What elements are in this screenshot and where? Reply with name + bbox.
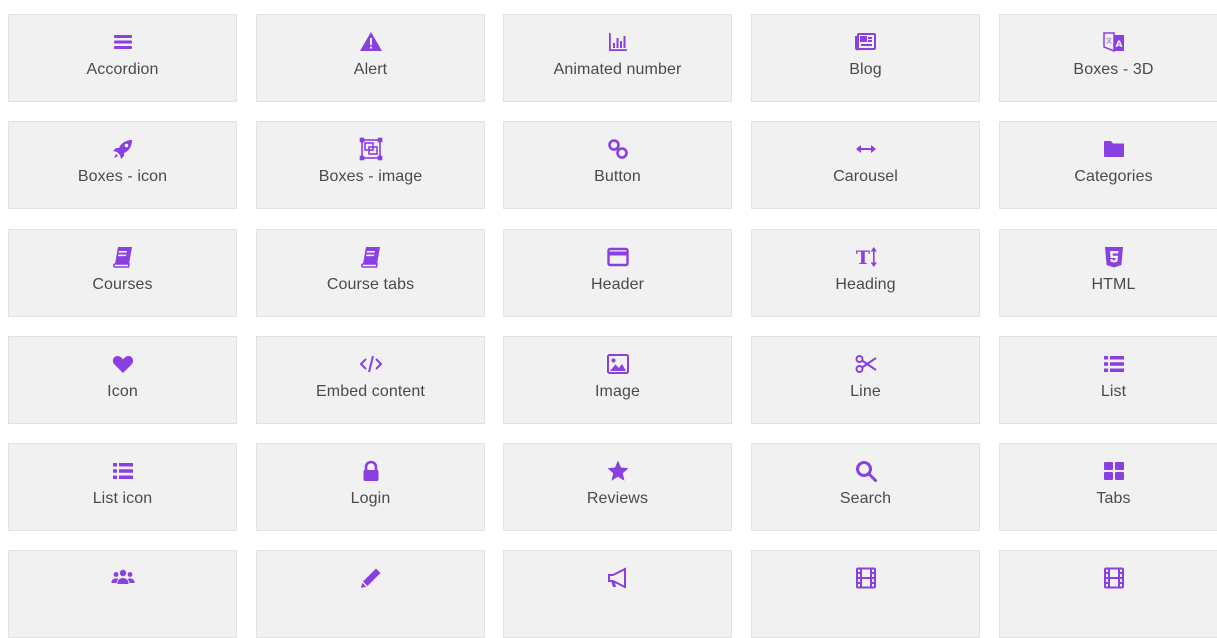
- tile-label: Alert: [353, 61, 388, 78]
- tile-label: Line: [850, 383, 881, 400]
- tile-row6-4[interactable]: [751, 550, 980, 638]
- tile-image[interactable]: Image: [503, 336, 732, 424]
- tile-boxes-3d[interactable]: A 文 Boxes - 3D: [999, 14, 1217, 102]
- pencil-icon: [358, 565, 384, 591]
- image-icon: [605, 351, 631, 377]
- tile-carousel[interactable]: Carousel: [751, 121, 980, 209]
- tile-label: List icon: [92, 490, 153, 507]
- tile-label: Categories: [1074, 168, 1153, 185]
- tile-categories[interactable]: Categories: [999, 121, 1217, 209]
- tile-boxes-image[interactable]: Boxes - image: [256, 121, 485, 209]
- tile-list[interactable]: List: [999, 336, 1217, 424]
- warning-triangle-icon: [358, 29, 384, 55]
- tile-label: Boxes - 3D: [1073, 61, 1154, 78]
- search-icon: [853, 458, 879, 484]
- bars-icon: [110, 29, 136, 55]
- tile-row6-1[interactable]: [8, 550, 237, 638]
- tile-label: Boxes - image: [318, 168, 423, 185]
- link-icon: [605, 136, 631, 162]
- tile-label: Tabs: [1096, 490, 1131, 507]
- tile-label: Blog: [849, 61, 882, 78]
- tile-line[interactable]: Line: [751, 336, 980, 424]
- film-icon: [853, 565, 879, 591]
- object-group-icon: [358, 136, 384, 162]
- users-icon: [110, 565, 136, 591]
- tile-label: Carousel: [833, 168, 898, 185]
- list-icon: [110, 458, 136, 484]
- tile-html[interactable]: HTML: [999, 229, 1217, 317]
- heart-icon: [110, 351, 136, 377]
- window-icon: [605, 244, 631, 270]
- tile-label: HTML: [1091, 276, 1136, 293]
- tile-login[interactable]: Login: [256, 443, 485, 531]
- tile-tabs[interactable]: Tabs: [999, 443, 1217, 531]
- tile-row6-3[interactable]: [503, 550, 732, 638]
- svg-text:A: A: [1115, 40, 1122, 50]
- tile-header[interactable]: Header: [503, 229, 732, 317]
- tile-accordion[interactable]: Accordion: [8, 14, 237, 102]
- tile-blog[interactable]: Blog: [751, 14, 980, 102]
- tile-label: Header: [590, 276, 645, 293]
- grid-icon: [1101, 458, 1127, 484]
- arrows-horizontal-icon: [853, 136, 879, 162]
- tile-label: Search: [839, 490, 892, 507]
- tile-list-icon[interactable]: List icon: [8, 443, 237, 531]
- html5-icon: [1101, 244, 1127, 270]
- tile-animated-number[interactable]: Animated number: [503, 14, 732, 102]
- translate-icon: A文: [1101, 29, 1127, 55]
- folder-icon: [1101, 136, 1127, 162]
- lock-icon: [358, 458, 384, 484]
- tile-label: Icon: [107, 383, 138, 400]
- rocket-icon: [110, 136, 136, 162]
- tile-course-tabs[interactable]: Course tabs: [256, 229, 485, 317]
- tile-icon[interactable]: Icon: [8, 336, 237, 424]
- bar-chart-icon: [605, 29, 631, 55]
- tile-label: List: [1100, 383, 1127, 400]
- bullhorn-icon: [605, 565, 631, 591]
- tile-label: Image: [595, 383, 640, 400]
- svg-text:T: T: [855, 247, 869, 269]
- list-icon: [1101, 351, 1127, 377]
- book-icon: [358, 244, 384, 270]
- film-icon: [1101, 565, 1127, 591]
- newspaper-icon: [853, 29, 879, 55]
- tile-label: Courses: [92, 276, 153, 293]
- tile-label: Heading: [835, 276, 896, 293]
- tile-label: Course tabs: [326, 276, 415, 293]
- tile-label: Login: [350, 490, 391, 507]
- text-height-icon: T: [853, 244, 879, 270]
- tile-heading[interactable]: T Heading: [751, 229, 980, 317]
- star-icon: [605, 458, 631, 484]
- tile-label: Reviews: [586, 490, 649, 507]
- tile-label: Animated number: [553, 61, 682, 78]
- tile-boxes-icon[interactable]: Boxes - icon: [8, 121, 237, 209]
- tile-row6-2[interactable]: [256, 550, 485, 638]
- book-icon: [110, 244, 136, 270]
- widget-grid: Accordion Alert Animated number Blog A 文 Boxes…: [0, 0, 1217, 638]
- tile-embed-content[interactable]: Embed content: [256, 336, 485, 424]
- tile-row6-5[interactable]: [999, 550, 1217, 638]
- tile-label: Boxes - icon: [77, 168, 168, 185]
- tile-alert[interactable]: Alert: [256, 14, 485, 102]
- tile-label: Accordion: [86, 61, 159, 78]
- tile-reviews[interactable]: Reviews: [503, 443, 732, 531]
- tile-button[interactable]: Button: [503, 121, 732, 209]
- tile-search[interactable]: Search: [751, 443, 980, 531]
- tile-label: Embed content: [316, 383, 425, 400]
- tile-courses[interactable]: Courses: [8, 229, 237, 317]
- code-icon: [358, 351, 384, 377]
- scissors-icon: [853, 351, 879, 377]
- tile-label: Button: [594, 168, 641, 185]
- svg-text:文: 文: [1105, 37, 1111, 45]
